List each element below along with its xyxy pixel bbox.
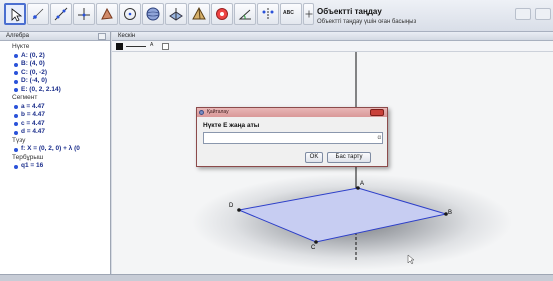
category-line[interactable]: Түзу — [0, 137, 110, 146]
visibility-icon[interactable] — [162, 43, 169, 50]
algebra-title: Алгебра — [6, 33, 29, 39]
line-icon[interactable] — [50, 3, 72, 25]
rename-dialog: Қайталау Нүкте E жаңа аты α OK Бас тарту — [196, 107, 388, 167]
tool-help: Объектті таңдау үшін оған басыңыз — [317, 19, 417, 25]
label-style-icon[interactable]: A — [150, 42, 157, 49]
algebra-view: Алгебра Нүкте A: (0, 2) B: (4, 0) C: (0,… — [0, 32, 111, 274]
settings-icon[interactable] — [535, 8, 551, 20]
perpendicular-line-icon[interactable] — [73, 3, 95, 25]
point-c[interactable] — [314, 240, 318, 244]
graphics-panel-header: Кескін — [112, 32, 553, 41]
ok-button[interactable]: OK — [305, 152, 323, 163]
angle-icon[interactable] — [234, 3, 256, 25]
point-c-label: C — [311, 245, 316, 251]
text-icon[interactable]: ABC — [280, 3, 302, 25]
point-a-label: A — [360, 181, 364, 187]
graphics-title: Кескін — [118, 33, 136, 39]
point-d-label: D — [229, 203, 234, 209]
algebra-item[interactable]: q1 = 16 — [0, 162, 110, 171]
symbol-picker-button[interactable]: α — [378, 135, 381, 141]
algebra-item[interactable]: b = 4.47 — [0, 111, 110, 120]
algebra-item[interactable]: a = 4.47 — [0, 103, 110, 112]
move-arrow-icon[interactable] — [4, 3, 26, 25]
new-name-input[interactable]: α — [203, 132, 383, 144]
intersect-planes-icon[interactable] — [165, 3, 187, 25]
point-d[interactable] — [237, 208, 241, 212]
algebra-item[interactable]: B: (4, 0) — [0, 60, 110, 69]
category-polygon[interactable]: Тербұрыш — [0, 154, 110, 163]
rotate-view-icon[interactable] — [211, 3, 233, 25]
color-swatch[interactable] — [116, 43, 123, 50]
point-icon[interactable] — [27, 3, 49, 25]
polygon-q1[interactable] — [237, 187, 447, 243]
algebra-item[interactable]: c = 4.47 — [0, 120, 110, 129]
category-point[interactable]: Нүкте — [0, 43, 110, 52]
polygon-icon[interactable] — [96, 3, 118, 25]
algebra-item[interactable]: C: (0, -2) — [0, 69, 110, 78]
algebra-item[interactable]: f: X = (0, 2, 0) + λ (0 — [0, 145, 110, 154]
sphere-icon[interactable] — [142, 3, 164, 25]
close-icon[interactable] — [98, 33, 106, 40]
mouse-cursor-icon — [407, 254, 415, 265]
reflect-icon[interactable] — [257, 3, 279, 25]
app-icon — [199, 110, 204, 115]
status-bar — [0, 274, 553, 281]
line-style-icon[interactable] — [126, 46, 146, 47]
main-toolbar: ABC Объектті таңдау Объектті таңдау үшін… — [0, 0, 553, 32]
dialog-titlebar: Қайталау — [197, 108, 387, 117]
algebra-item[interactable]: D: (-4, 0) — [0, 77, 110, 86]
algebra-panel-header: Алгебра — [0, 32, 110, 41]
category-segment[interactable]: Сегмент — [0, 94, 110, 103]
algebra-item[interactable]: d = 4.47 — [0, 128, 110, 137]
algebra-item[interactable]: A: (0, 2) — [0, 52, 110, 61]
undo-icon[interactable] — [515, 8, 531, 20]
tool-title: Объектті таңдау — [317, 7, 382, 16]
move-graphics-view-icon[interactable] — [303, 3, 314, 25]
algebra-item[interactable]: E: (0, 2, 2.14) — [0, 86, 110, 95]
pyramid-icon[interactable] — [188, 3, 210, 25]
point-b-label: B — [448, 210, 452, 216]
dialog-prompt: Нүкте E жаңа аты — [203, 122, 260, 129]
style-bar: A — [112, 41, 553, 52]
close-icon[interactable] — [370, 109, 384, 116]
text-tool-label: ABC — [283, 10, 294, 16]
circle-icon[interactable] — [119, 3, 141, 25]
dialog-title: Қайталау — [207, 109, 229, 115]
cancel-button[interactable]: Бас тарту — [327, 152, 371, 163]
